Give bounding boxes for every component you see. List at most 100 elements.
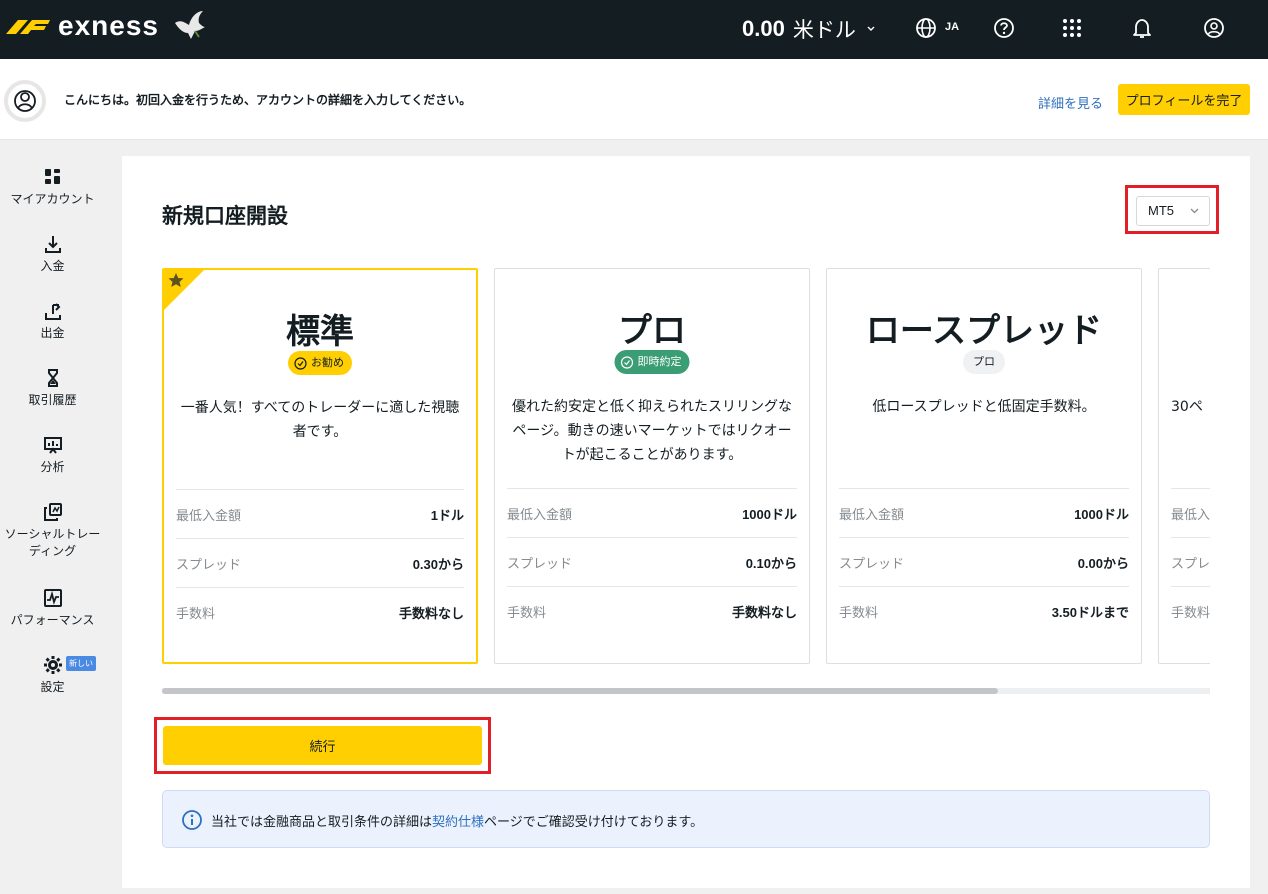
platform-highlight: MT5	[1125, 185, 1219, 234]
download-icon	[44, 236, 61, 253]
page-title: 新規口座開設	[162, 204, 288, 228]
sidebar-item-deposit[interactable]: 入金	[0, 234, 105, 275]
platform-value: MT5	[1148, 203, 1174, 218]
row-label: スプレッド	[176, 556, 242, 572]
sidebar-item-label: ソーシャルトレーディング	[4, 527, 101, 558]
card-row-min-deposit: 最低入金額 1000ドル	[507, 488, 797, 537]
row-value: 1ドル	[430, 507, 464, 523]
row-label: スプレッド	[839, 555, 905, 571]
details-link[interactable]: 詳細を見る	[1038, 93, 1103, 112]
sidebar-item-label: 分析	[40, 460, 65, 474]
balance-currency: 米ドル	[792, 18, 856, 42]
sidebar-item-withdraw[interactable]: 出金	[0, 301, 105, 342]
card-row-min-deposit: 最低入金額 1ドル	[176, 489, 464, 538]
row-label: 手数料	[839, 604, 879, 620]
row-label: 手数料	[176, 605, 216, 621]
row-value: 1000ドル	[742, 506, 797, 522]
card-description: 低ロースプレッドと低固定手数料。	[872, 399, 1096, 415]
card-title: プロ	[618, 311, 686, 351]
activity-chart-icon	[43, 589, 62, 607]
info-text-after: ページでご確認受け付けております。	[484, 814, 704, 829]
complete-profile-button[interactable]: プロフィールを完了	[1118, 84, 1250, 115]
account-card-zero[interactable]: 30ペ 最低入 スプレッ 手数料	[1158, 268, 1210, 664]
row-label: 手数料	[1171, 604, 1210, 620]
pro-badge: プロ	[963, 350, 1005, 374]
sidebar-item-label: 出金	[40, 326, 65, 340]
row-label: 最低入金額	[507, 506, 573, 522]
sidebar-item-label: 取引履歴	[28, 393, 77, 407]
new-badge: 新しい	[66, 656, 96, 671]
check-circle-icon	[294, 356, 307, 370]
notice-message: こんにちは。初回入金を行うため、アカウントの詳細を入力してください。	[64, 93, 472, 107]
row-label: 最低入金額	[839, 506, 905, 522]
apps-grid-icon[interactable]	[1060, 16, 1084, 40]
row-value: 3.50ドルまで	[1051, 604, 1129, 620]
carousel-scrollbar[interactable]	[162, 688, 1210, 694]
card-row-commission: 手数料	[1171, 586, 1210, 635]
sidebar-item-history[interactable]: 取引履歴	[0, 368, 105, 409]
row-value: 1000ドル	[1074, 506, 1129, 522]
user-profile-icon[interactable]	[1202, 16, 1226, 40]
row-label: スプレッ	[1171, 555, 1210, 571]
dove-icon	[174, 11, 205, 39]
scrollbar-thumb[interactable]	[162, 688, 998, 694]
info-banner: 当社では金融商品と取引条件の詳細は契約仕様ページでご確認受け付けております。	[162, 790, 1210, 848]
profile-notice-bar: こんにちは。初回入金を行うため、アカウントの詳細を入力してください。 詳細を見る…	[0, 59, 1268, 140]
balance-amount: 0.00	[742, 16, 785, 41]
balance-dropdown[interactable]: 0.00 米ドル	[742, 14, 876, 44]
sidebar-item-label: 入金	[40, 259, 65, 273]
platform-select[interactable]: MT5	[1136, 196, 1210, 226]
row-label: スプレッド	[507, 555, 573, 571]
dashboard-icon	[44, 169, 60, 184]
account-card-raw-spread[interactable]: ロースプレッド プロ 低ロースプレッドと低固定手数料。 最低入金額 1000ドル…	[826, 268, 1142, 664]
check-circle-icon	[620, 355, 634, 369]
continue-highlight: 続行	[154, 717, 491, 774]
exness-logo-icon	[6, 20, 50, 34]
card-row-commission: 手数料 3.50ドルまで	[839, 586, 1129, 635]
card-row-spread: スプレッ	[1171, 537, 1210, 586]
card-title: ロースプレッド	[865, 311, 1103, 351]
sidebar-item-label: マイアカウント	[10, 192, 95, 206]
badge-label: お勧め	[311, 357, 344, 369]
card-row-spread: スプレッド 0.00から	[839, 537, 1129, 586]
row-value: 手数料なし	[398, 605, 464, 621]
language-label[interactable]: JA	[945, 21, 959, 33]
row-value: 手数料なし	[731, 604, 797, 620]
card-row-min-deposit: 最低入金額 1000ドル	[839, 488, 1129, 537]
sidebar-item-social-trading[interactable]: ソーシャルトレーディング	[0, 502, 105, 560]
account-card-standard[interactable]: 標準 お勧め 一番人気！すべてのトレーダーに適した視聴者です。 最低入金額 1ド…	[162, 268, 478, 664]
upload-icon	[44, 303, 61, 320]
recommended-badge: お勧め	[288, 351, 352, 375]
card-row-spread: スプレッド 0.30から	[176, 538, 464, 587]
chevron-down-icon	[1190, 208, 1199, 214]
open-account-panel: 新規口座開設 MT5 標準 お勧め 一番人気！すべてのトレーダーに適した視聴者で…	[122, 156, 1250, 888]
continue-button[interactable]: 続行	[163, 726, 482, 765]
card-row-commission: 手数料 手数料なし	[176, 587, 464, 636]
logo[interactable]: exness	[4, 8, 207, 44]
sidebar: マイアカウント 入金 出金 取引履歴 分析 ソーシャルトレーディング パフォーマ…	[0, 141, 105, 894]
contract-specs-link[interactable]: 契約仕様	[432, 814, 484, 829]
hourglass-icon	[47, 369, 58, 387]
top-bar: exness 0.00 米ドル JA	[0, 0, 1268, 59]
row-label: 最低入	[1171, 506, 1210, 522]
info-text: 当社では金融商品と取引条件の詳細は契約仕様ページでご確認受け付けております。	[211, 811, 703, 830]
row-value: 0.30から	[412, 556, 464, 572]
help-icon[interactable]	[992, 16, 1016, 40]
globe-icon[interactable]	[914, 16, 938, 40]
info-text-before: 当社では金融商品と取引条件の詳細は	[211, 814, 433, 829]
info-icon	[182, 810, 202, 830]
bell-icon[interactable]	[1130, 16, 1154, 40]
card-description: 優れた約安定と低く抑えられたスリリングなページ。動きの速いマーケットではリクオー…	[512, 399, 792, 463]
row-label: 最低入金額	[176, 507, 242, 523]
card-row-spread: スプレッド 0.10から	[507, 537, 797, 586]
sidebar-item-my-account[interactable]: マイアカウント	[0, 167, 105, 208]
badge-label: プロ	[973, 356, 995, 368]
sidebar-item-settings[interactable]: 新しい 設定	[0, 655, 105, 696]
copy-icon	[43, 503, 62, 521]
instant-execution-badge: 即時約定	[614, 350, 690, 374]
account-card-pro[interactable]: プロ 即時約定 優れた約安定と低く抑えられたスリリングなページ。動きの速いマーケ…	[494, 268, 810, 664]
sidebar-item-label: 設定	[40, 680, 65, 694]
account-type-carousel: 標準 お勧め 一番人気！すべてのトレーダーに適した視聴者です。 最低入金額 1ド…	[162, 268, 1210, 664]
sidebar-item-analytics[interactable]: 分析	[0, 435, 105, 476]
sidebar-item-performance[interactable]: パフォーマンス	[0, 588, 105, 629]
